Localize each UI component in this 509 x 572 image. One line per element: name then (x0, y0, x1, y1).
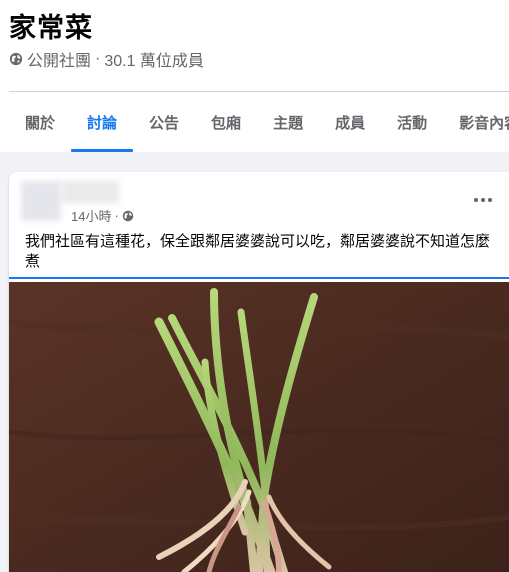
text-focus-underline (9, 277, 509, 279)
group-name[interactable]: 家常菜 (9, 6, 93, 45)
post-photo[interactable] (9, 282, 509, 572)
author-name[interactable] (61, 181, 119, 203)
tab-media[interactable]: 影音內容 (443, 92, 509, 152)
post-text-line: 我們社區有這種花，保全跟鄰居婆婆說可以吃，鄰居婆婆說不知道怎麼 (25, 233, 491, 250)
group-meta: 公開社團 · 30.1 萬位成員 (9, 47, 204, 71)
dot (488, 198, 492, 202)
tab-topics[interactable]: 主題 (257, 92, 319, 152)
post-time[interactable]: 14小時 (71, 206, 111, 225)
post-text-line: 煮 (25, 253, 41, 270)
post-meta: 14小時 · (71, 206, 134, 225)
group-privacy: 公開社團 (27, 53, 92, 70)
group-tabs: 關於 討論 公告 包廂 主題 成員 活動 影音內容 (9, 92, 509, 152)
post-text: 我們社區有這種花，保全跟鄰居婆婆說可以吃，鄰居婆婆說不知道怎麼 煮 (25, 232, 495, 272)
tab-events[interactable]: 活動 (381, 92, 443, 152)
globe-icon (122, 210, 134, 221)
group-header: 家常菜 公開社團 · 30.1 萬位成員 關於 討論 公告 包廂 主題 成員 活… (0, 0, 509, 152)
dot (474, 198, 478, 202)
author-avatar[interactable] (21, 181, 61, 221)
tab-members[interactable]: 成員 (319, 92, 381, 152)
globe-icon (9, 52, 23, 66)
meta-separator: · (114, 208, 119, 223)
tab-about[interactable]: 關於 (9, 92, 71, 152)
dot (481, 198, 485, 202)
tab-discussion[interactable]: 討論 (71, 92, 134, 152)
post-card: 14小時 · 我們社區有這種花，保全跟鄰居婆婆說可以吃，鄰居婆婆說不知道怎麼 煮 (9, 172, 509, 572)
group-member-count[interactable]: 30.1 萬位成員 (104, 47, 204, 71)
more-options-icon[interactable] (471, 190, 495, 210)
tab-announcements[interactable]: 公告 (133, 92, 195, 152)
meta-separator: · (95, 50, 101, 67)
tab-rooms[interactable]: 包廂 (195, 92, 257, 152)
